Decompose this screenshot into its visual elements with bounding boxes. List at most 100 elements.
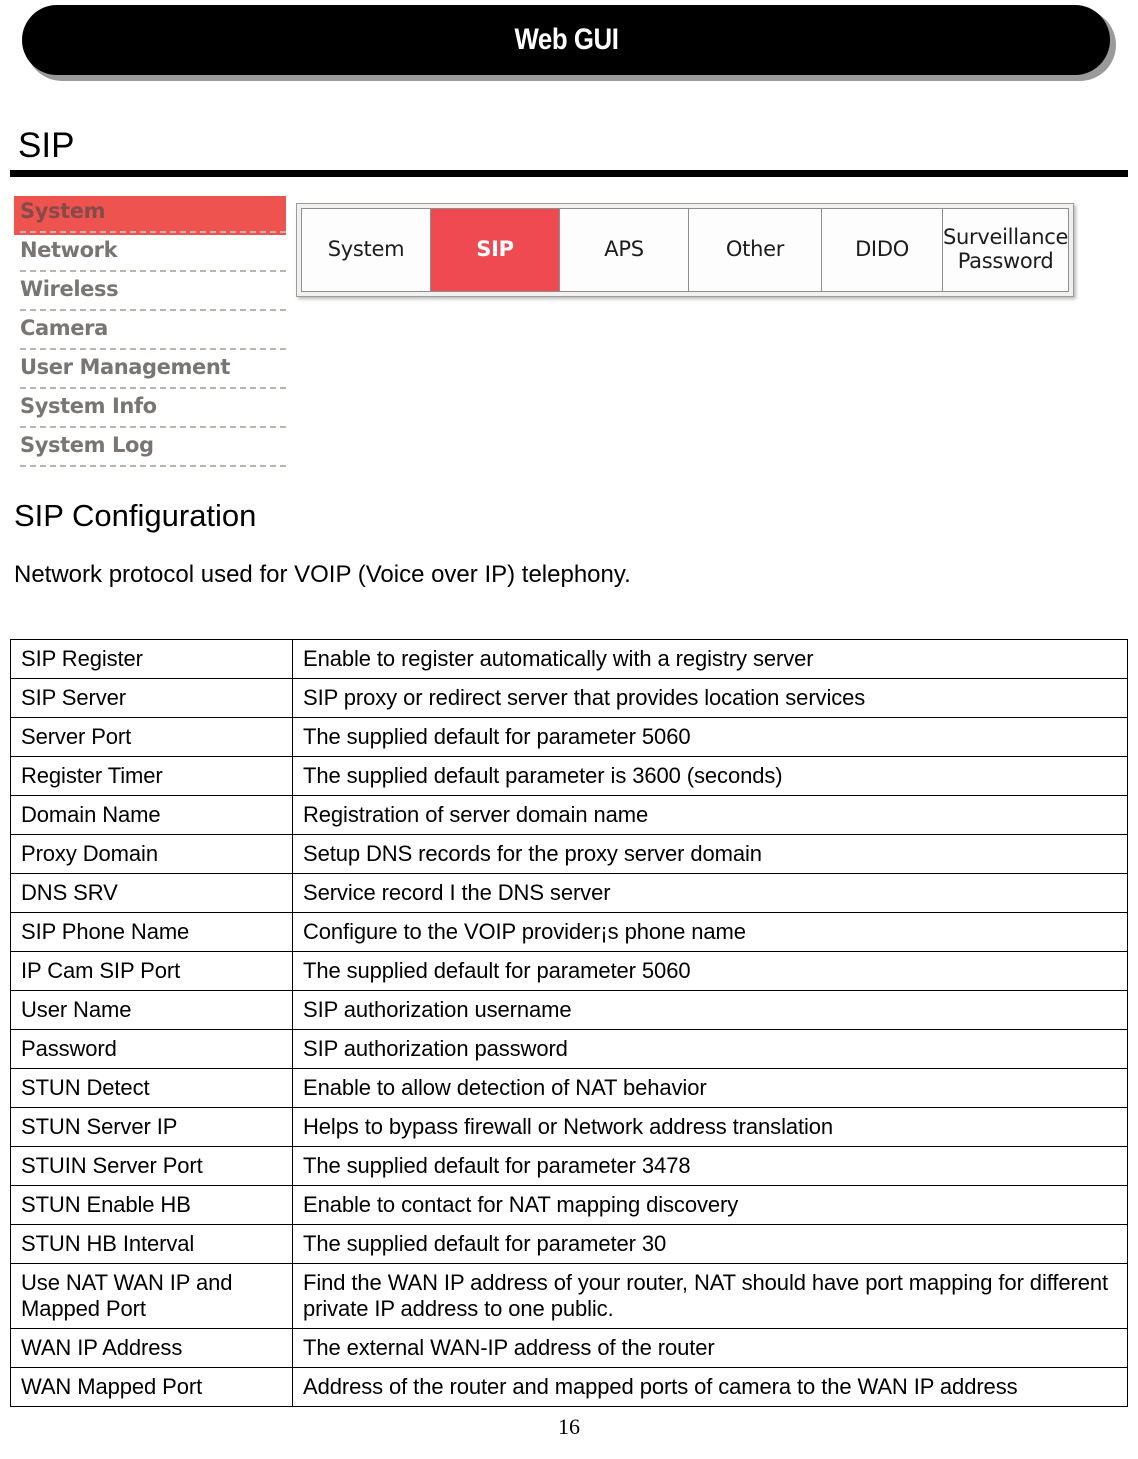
table-row: Proxy Domain Setup DNS records for the pr… bbox=[10, 834, 1128, 874]
parameter-name-cell: WAN IP Address bbox=[10, 1328, 293, 1368]
parameter-name-cell: Server Port bbox=[10, 717, 293, 757]
table-row: Password SIP authorization password bbox=[10, 1029, 1128, 1069]
tab-label: Surveillance Password bbox=[943, 225, 1069, 273]
table-row: STUIN Server Port The supplied default fo… bbox=[10, 1146, 1128, 1186]
parameter-description-cell: Address of the router and mapped ports o… bbox=[292, 1367, 1128, 1407]
sidebar-item-system-info[interactable]: System Info bbox=[14, 391, 286, 430]
parameter-description-cell: Helps to bypass firewall or Network addr… bbox=[292, 1107, 1128, 1147]
parameter-name-cell: User Name bbox=[10, 990, 293, 1030]
parameter-description-cell: The supplied default for parameter 30 bbox=[292, 1224, 1128, 1264]
parameter-description-cell: SIP authorization username bbox=[292, 990, 1128, 1030]
sidebar-item-label: Network bbox=[20, 238, 118, 262]
tab-aps[interactable]: APS bbox=[560, 209, 689, 291]
table-row: DNS SRV Service record I the DNS server bbox=[10, 873, 1128, 913]
parameter-description-cell: The supplied default for parameter 5060 bbox=[292, 717, 1128, 757]
tab-label: System bbox=[327, 237, 405, 262]
sidebar-item-label: Camera bbox=[20, 316, 108, 340]
banner-pill: Web GUI bbox=[22, 5, 1110, 75]
table-row: STUN Detect Enable to allow detection of … bbox=[10, 1068, 1128, 1108]
parameter-name-cell: STUN Detect bbox=[10, 1068, 293, 1108]
parameter-name-cell: STUN HB Interval bbox=[10, 1224, 293, 1264]
parameter-description-cell: The supplied default parameter is 3600 (… bbox=[292, 756, 1128, 796]
table-row: Register Timer The supplied default param… bbox=[10, 756, 1128, 796]
sidebar-divider bbox=[20, 270, 286, 272]
sidebar-item-network[interactable]: Network bbox=[14, 235, 286, 274]
parameter-description-cell: Configure to the VOIP provider¡s phone n… bbox=[292, 912, 1128, 952]
parameter-name-cell: SIP Phone Name bbox=[10, 912, 293, 952]
tab-label: SIP bbox=[476, 237, 514, 262]
table-row: WAN IP Address The external WAN-IP addres… bbox=[10, 1328, 1128, 1368]
parameter-description-cell: The supplied default for parameter 3478 bbox=[292, 1146, 1128, 1186]
sidebar-item-label: User Management bbox=[20, 355, 231, 379]
sidebar-item-label: System Info bbox=[20, 394, 157, 418]
parameter-name-cell: Proxy Domain bbox=[10, 834, 293, 874]
parameter-description-cell: Enable to register automatically with a … bbox=[292, 639, 1128, 679]
parameter-name-cell: IP Cam SIP Port bbox=[10, 951, 293, 991]
parameter-name-cell: Register Timer bbox=[10, 756, 293, 796]
table-row: WAN Mapped Port Address of the router and… bbox=[10, 1367, 1128, 1407]
sidebar-item-camera[interactable]: Camera bbox=[14, 313, 286, 352]
parameter-description-cell: The supplied default for parameter 5060 bbox=[292, 951, 1128, 991]
section-description: Network protocol used for VOIP (Voice ov… bbox=[14, 561, 631, 588]
tab-surveillance-password[interactable]: Surveillance Password bbox=[943, 209, 1068, 291]
parameter-name-cell: STUIN Server Port bbox=[10, 1146, 293, 1186]
tab-sip[interactable]: SIP bbox=[431, 209, 560, 291]
sidebar-divider bbox=[20, 309, 286, 311]
parameter-name-cell: Domain Name bbox=[10, 795, 293, 835]
sidebar-divider bbox=[20, 426, 286, 428]
parameter-description-cell: Enable to contact for NAT mapping discov… bbox=[292, 1185, 1128, 1225]
table-row: Domain Name Registration of server domain… bbox=[10, 795, 1128, 835]
table-row: Use NAT WAN IP and Mapped Port Find the W… bbox=[10, 1263, 1128, 1329]
table-row: STUN Enable HB Enable to contact for NAT … bbox=[10, 1185, 1128, 1225]
parameter-description-cell: SIP authorization password bbox=[292, 1029, 1128, 1069]
page-title: SIP bbox=[18, 126, 75, 165]
parameter-name-cell: Password bbox=[10, 1029, 293, 1069]
sidebar-divider bbox=[20, 348, 286, 350]
tab-bar-inner: System SIP APS Other DIDO Surveillance Passwo… bbox=[301, 208, 1069, 292]
parameter-description-cell: The external WAN-IP address of the route… bbox=[292, 1328, 1128, 1368]
parameter-name-cell: Use NAT WAN IP and Mapped Port bbox=[10, 1263, 293, 1329]
table-row: SIP Register Enable to register automatic… bbox=[10, 639, 1128, 679]
table-row: SIP Phone Name Configure to the VOIP prov… bbox=[10, 912, 1128, 952]
parameter-description-cell: Setup DNS records for the proxy server d… bbox=[292, 834, 1128, 874]
parameter-name-cell: WAN Mapped Port bbox=[10, 1367, 293, 1407]
tab-system[interactable]: System bbox=[302, 209, 431, 291]
table-row: SIP Server SIP proxy or redirect server t… bbox=[10, 678, 1128, 718]
tab-other[interactable]: Other bbox=[689, 209, 822, 291]
tab-bar-image: System SIP APS Other DIDO Surveillance Passwo… bbox=[296, 203, 1074, 297]
sidebar-divider bbox=[20, 465, 286, 467]
table-row: STUN HB Interval The supplied default for… bbox=[10, 1224, 1128, 1264]
sidebar-item-system[interactable]: System bbox=[14, 196, 286, 235]
parameter-description-cell: Registration of server domain name bbox=[292, 795, 1128, 835]
banner-title: Web GUI bbox=[513, 23, 619, 56]
sidebar-item-wireless[interactable]: Wireless bbox=[14, 274, 286, 313]
sidebar-item-label: Wireless bbox=[20, 277, 119, 301]
parameter-name-cell: STUN Server IP bbox=[10, 1107, 293, 1147]
heading-rule bbox=[10, 170, 1128, 177]
page-number: 16 bbox=[558, 1414, 580, 1439]
parameter-name-cell: DNS SRV bbox=[10, 873, 293, 913]
parameter-name-cell: SIP Register bbox=[10, 639, 293, 679]
sidebar-divider bbox=[20, 231, 286, 233]
sidebar-item-system-log[interactable]: System Log bbox=[14, 430, 286, 469]
parameter-description-cell: Enable to allow detection of NAT behavio… bbox=[292, 1068, 1128, 1108]
table-row: IP Cam SIP Port The supplied default for … bbox=[10, 951, 1128, 991]
table-row: Server Port The supplied default for para… bbox=[10, 717, 1128, 757]
section-title: SIP Configuration bbox=[14, 498, 257, 533]
sip-parameter-table: SIP Register Enable to register automatic… bbox=[10, 639, 1128, 1407]
sidebar-divider bbox=[20, 387, 286, 389]
tab-label: DIDO bbox=[855, 237, 909, 262]
parameter-description-cell: SIP proxy or redirect server that provid… bbox=[292, 678, 1128, 718]
sidebar-item-user-management[interactable]: User Management bbox=[14, 352, 286, 391]
tab-dido[interactable]: DIDO bbox=[822, 209, 943, 291]
sidebar-item-label: System Log bbox=[20, 433, 154, 457]
web-gui-banner: Web GUI bbox=[22, 5, 1116, 81]
parameter-name-cell: STUN Enable HB bbox=[10, 1185, 293, 1225]
tab-label: Other bbox=[725, 237, 785, 262]
parameter-description-cell: Service record I the DNS server bbox=[292, 873, 1128, 913]
table-row: User Name SIP authorization username bbox=[10, 990, 1128, 1030]
parameter-name-cell: SIP Server bbox=[10, 678, 293, 718]
sidebar-item-label: System bbox=[20, 199, 106, 223]
sidebar-menu-image: System Network Wireless Camera User Manageme… bbox=[14, 196, 286, 472]
tab-label: APS bbox=[604, 237, 644, 262]
